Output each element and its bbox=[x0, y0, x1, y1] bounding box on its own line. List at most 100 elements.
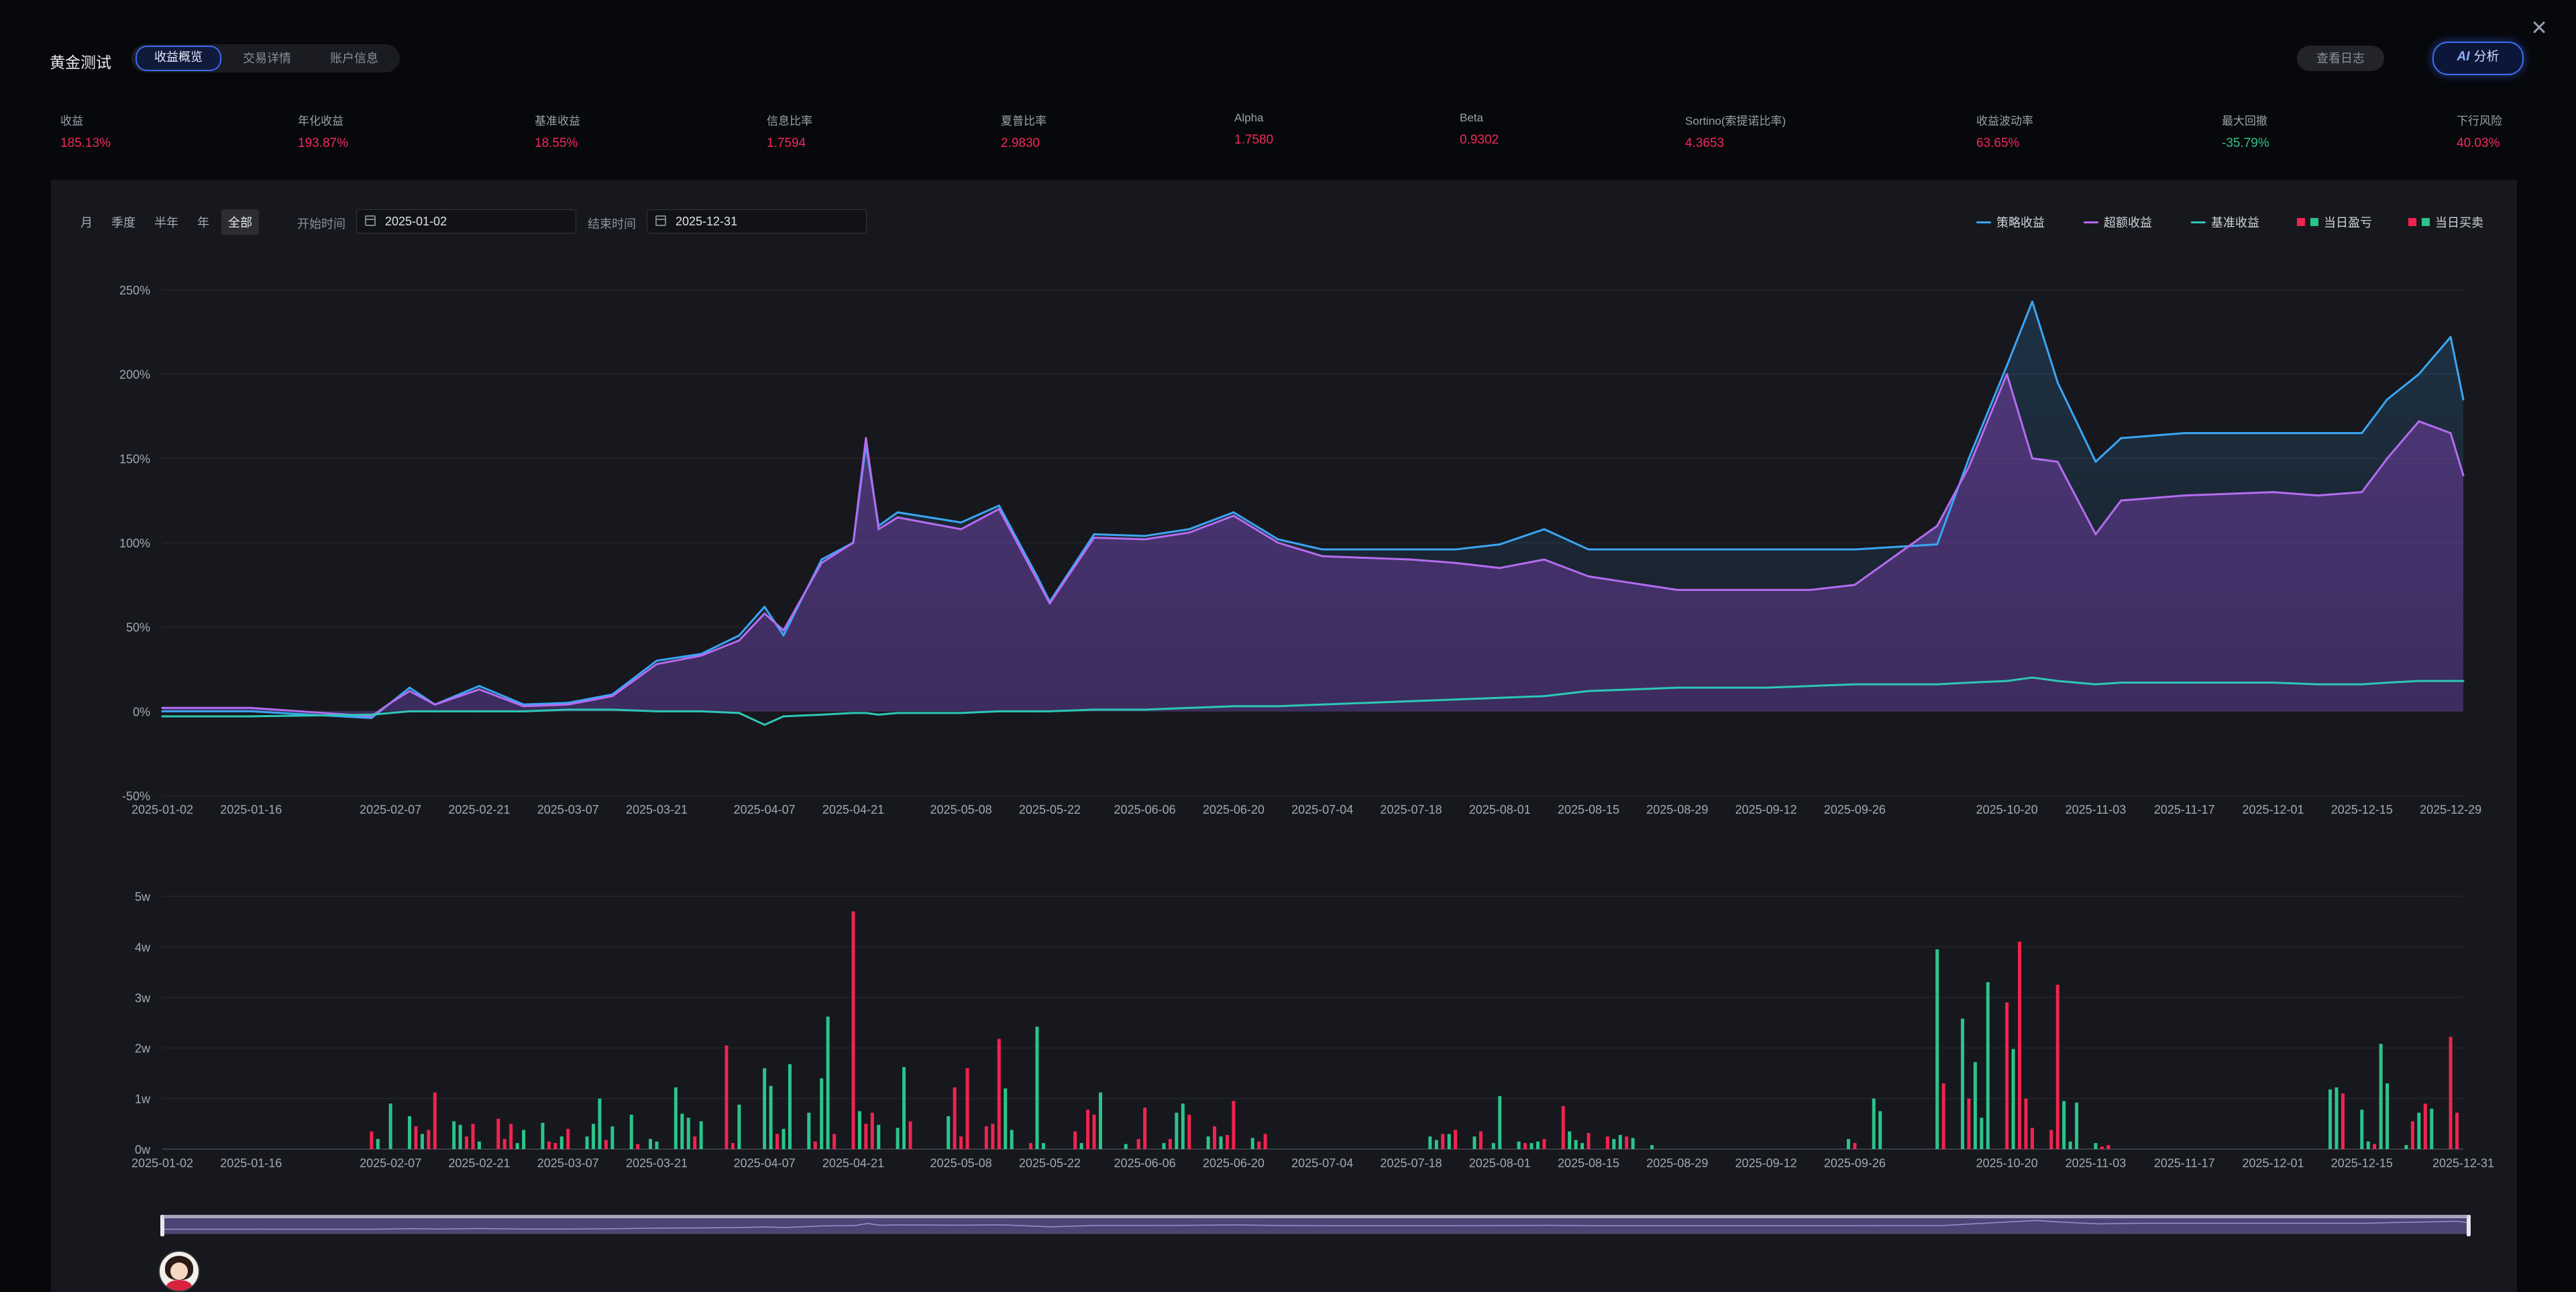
series-point bbox=[478, 688, 480, 691]
bar bbox=[1010, 1130, 1014, 1149]
bar bbox=[1536, 1141, 1540, 1149]
series-point bbox=[2056, 680, 2059, 682]
series-point bbox=[1543, 528, 1546, 531]
bar bbox=[1073, 1131, 1077, 1149]
bar bbox=[1428, 1136, 1432, 1149]
series-point bbox=[1144, 708, 1146, 711]
series-point bbox=[877, 713, 880, 716]
bar bbox=[388, 1103, 392, 1149]
series-point bbox=[1188, 706, 1191, 709]
bar bbox=[1206, 1136, 1210, 1149]
series-point bbox=[409, 686, 411, 689]
bar bbox=[674, 1087, 678, 1149]
x-tick-label: 2025-05-22 bbox=[1019, 1156, 1081, 1170]
bar bbox=[902, 1067, 906, 1149]
bar bbox=[1523, 1142, 1527, 1149]
bar bbox=[2075, 1102, 2079, 1149]
bar bbox=[1092, 1114, 1096, 1149]
bar bbox=[1441, 1134, 1445, 1149]
series-point bbox=[1144, 538, 1146, 541]
y-tick-label: 100% bbox=[119, 537, 150, 550]
series-point bbox=[2316, 432, 2319, 435]
series-point bbox=[2449, 432, 2452, 435]
bar bbox=[1872, 1098, 1876, 1149]
series-point bbox=[2120, 499, 2123, 502]
bar bbox=[724, 1045, 729, 1149]
bar bbox=[896, 1128, 900, 1149]
series-point bbox=[1936, 525, 1939, 527]
series-point bbox=[1587, 690, 1590, 692]
bar bbox=[566, 1128, 570, 1149]
series-point bbox=[1232, 515, 1235, 517]
bar bbox=[541, 1122, 545, 1149]
bar bbox=[559, 1136, 564, 1149]
bar bbox=[502, 1138, 506, 1149]
bar bbox=[851, 911, 855, 1149]
series-point bbox=[655, 659, 658, 662]
series-point bbox=[2361, 491, 2363, 494]
y-tick-label: -50% bbox=[122, 790, 150, 803]
daily-pnl-chart: 0w 1w 2w 3w 4w 5w 2025-01-02 2025-01-16 2025-02-… bbox=[131, 890, 2494, 1170]
bar bbox=[2011, 1048, 2015, 1149]
series-point bbox=[1809, 685, 1812, 688]
x-tick-label: 2025-11-03 bbox=[2065, 1156, 2127, 1170]
x-tick-label: 2025-05-08 bbox=[930, 803, 992, 816]
bar bbox=[1225, 1134, 1229, 1149]
series-point bbox=[2272, 491, 2275, 494]
bar bbox=[1529, 1142, 1534, 1149]
x-tick-label: 2025-11-17 bbox=[2154, 803, 2215, 816]
y-tick-label: 250% bbox=[119, 284, 150, 297]
bar bbox=[2024, 1098, 2028, 1149]
series-point bbox=[1676, 548, 1678, 551]
series-point bbox=[523, 705, 525, 708]
x-tick-label: 2025-08-29 bbox=[1646, 1156, 1708, 1170]
series-point bbox=[567, 703, 570, 706]
bar bbox=[1098, 1092, 1102, 1149]
bar bbox=[1479, 1131, 1483, 1149]
x-tick-label: 2025-06-06 bbox=[1114, 1156, 1176, 1170]
x-tick-label: 2025-07-18 bbox=[1380, 803, 1442, 816]
bar bbox=[2449, 1036, 2453, 1149]
y-tick-label: 2w bbox=[135, 1042, 151, 1055]
series-point bbox=[161, 706, 164, 709]
x-tick-label: 2025-04-21 bbox=[822, 803, 884, 816]
series-point bbox=[865, 437, 867, 439]
series-point bbox=[1854, 584, 1856, 586]
series-point bbox=[1499, 567, 1501, 570]
bar bbox=[1498, 1095, 1502, 1149]
x-tick-label: 2025-07-18 bbox=[1380, 1156, 1442, 1170]
series-point bbox=[1587, 575, 1590, 578]
bar bbox=[636, 1144, 640, 1149]
series-point bbox=[2006, 680, 2008, 682]
series-point bbox=[161, 715, 164, 718]
x-tick-label: 2025-08-15 bbox=[1558, 803, 1619, 816]
bar bbox=[1574, 1140, 1578, 1149]
series-point bbox=[960, 521, 963, 524]
bar bbox=[1257, 1141, 1261, 1149]
bar bbox=[547, 1141, 551, 1149]
bar bbox=[592, 1124, 596, 1149]
series-point bbox=[1049, 710, 1051, 712]
bar bbox=[604, 1140, 608, 1149]
x-tick-label: 2025-12-15 bbox=[2331, 1156, 2393, 1170]
series-point bbox=[1765, 588, 1768, 591]
series-point bbox=[2272, 682, 2275, 684]
x-tick-label: 2025-09-12 bbox=[1735, 803, 1797, 816]
bar bbox=[1568, 1131, 1572, 1149]
series-point bbox=[409, 710, 411, 712]
x-tick-label: 2025-12-01 bbox=[2242, 803, 2304, 816]
series-point bbox=[389, 712, 392, 714]
bar bbox=[1967, 1098, 1971, 1149]
zoom-slider[interactable] bbox=[160, 1215, 2471, 1236]
bar bbox=[2094, 1142, 2098, 1149]
series-point bbox=[611, 708, 614, 711]
series-point bbox=[763, 723, 766, 726]
series-point bbox=[1409, 548, 1412, 551]
bar bbox=[1029, 1142, 1033, 1149]
y-tick-label: 0% bbox=[133, 705, 150, 718]
avatar[interactable] bbox=[158, 1250, 200, 1292]
bar bbox=[680, 1114, 684, 1149]
bar bbox=[2417, 1112, 2421, 1149]
series-point bbox=[389, 702, 392, 704]
bar bbox=[857, 1111, 861, 1149]
